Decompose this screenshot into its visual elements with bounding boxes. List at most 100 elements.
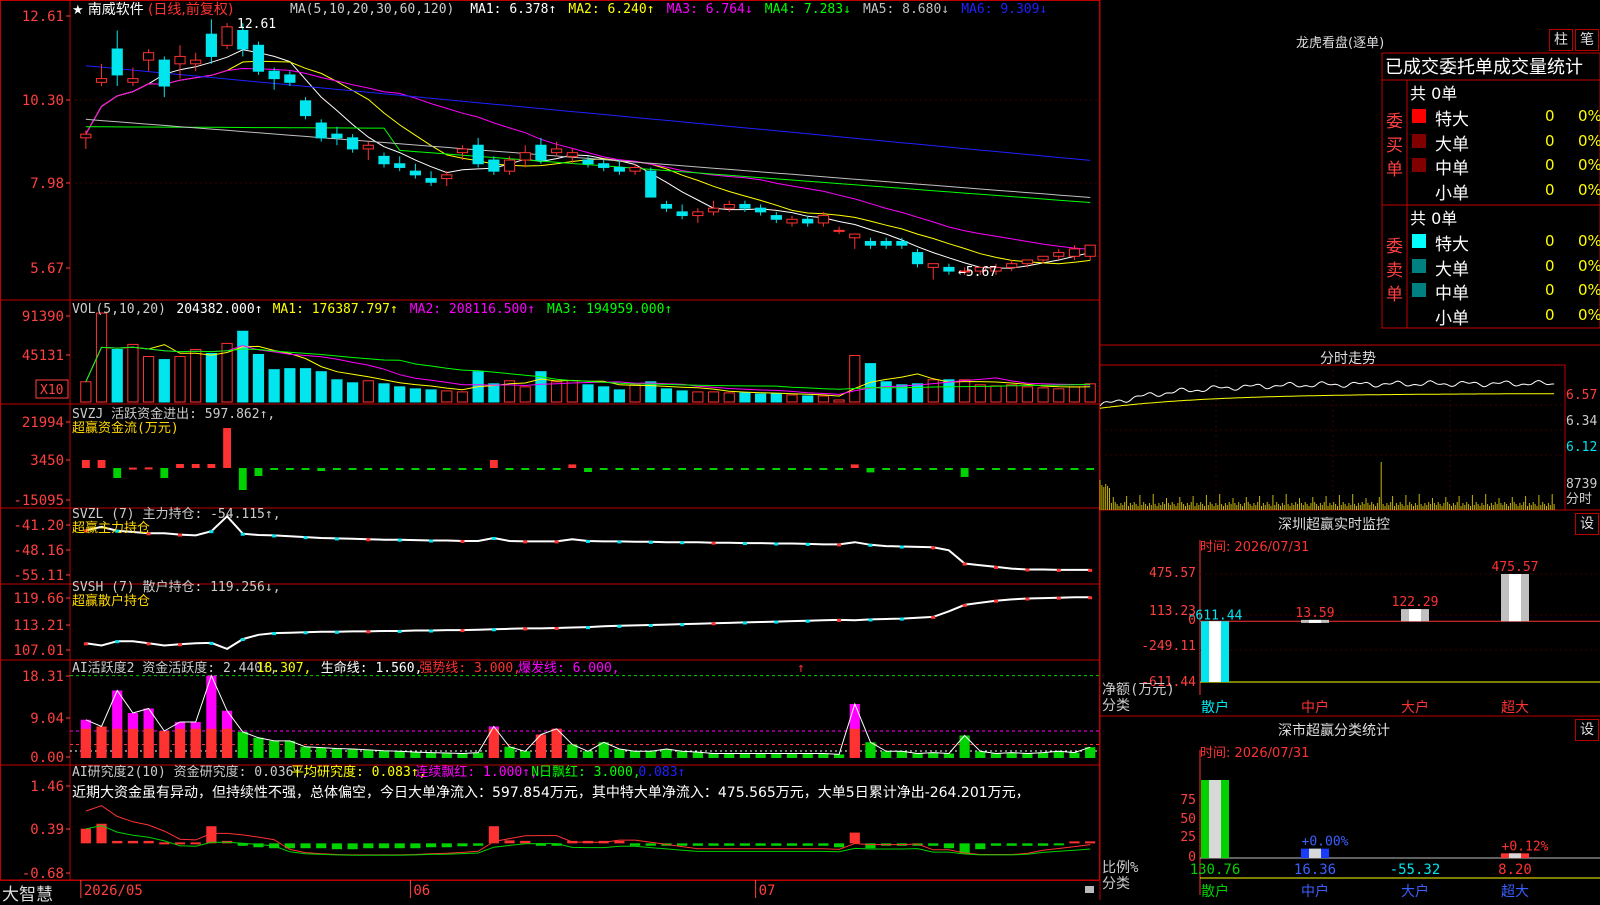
candle-body <box>817 215 829 224</box>
volume-bar <box>707 391 720 403</box>
svzl-marker <box>994 565 998 569</box>
svzj-bar <box>474 468 483 470</box>
volume-bar <box>817 395 829 403</box>
stock-period[interactable]: (日线,前复权) <box>148 2 233 18</box>
svzj-bar <box>81 460 90 468</box>
volume-bar <box>488 383 500 403</box>
svzj-bar <box>160 468 169 478</box>
svzj-bar <box>1070 468 1079 470</box>
size-pct: 0% <box>1578 281 1600 299</box>
ai-research-bar <box>755 843 766 846</box>
ai-active-bar <box>582 751 594 758</box>
ai-research-bar <box>410 843 421 849</box>
svzj-y-tick: -15095 <box>13 493 64 509</box>
svzj-bar <box>960 468 969 477</box>
svzj-bar <box>364 468 373 470</box>
svsh-marker <box>617 624 622 628</box>
svsh-marker <box>899 617 904 621</box>
svsh-marker <box>868 618 873 622</box>
bar-mode-button[interactable]: 柱 <box>1549 29 1573 51</box>
sz-bar-highlight <box>1209 621 1221 682</box>
volume-bar <box>802 395 814 403</box>
sh-y-tick: 75 <box>1180 793 1196 808</box>
volume-bar <box>394 386 406 403</box>
ai-active-bar <box>441 753 452 758</box>
volume-bar <box>974 384 986 403</box>
volume-bar <box>911 383 924 403</box>
candle-body <box>770 215 782 220</box>
candle-body <box>707 207 720 213</box>
volume-bar <box>959 379 971 403</box>
size-swatch <box>1412 234 1426 248</box>
size-pct: 0% <box>1578 131 1600 150</box>
svzj-bar <box>1007 468 1016 470</box>
ai-active-bar <box>943 753 955 758</box>
volume-bar <box>770 393 782 403</box>
svsh-marker <box>303 631 308 635</box>
ai-active-bar <box>237 731 248 758</box>
svzl-marker <box>491 536 496 540</box>
ai-active-bar <box>410 752 421 758</box>
order-size-row: 大单 0 0% <box>1410 130 1600 155</box>
svzj-bar <box>270 468 279 470</box>
size-swatch <box>1412 283 1426 297</box>
order-size-row: 中单 0 0% <box>1410 279 1600 304</box>
svzl-marker <box>899 545 904 549</box>
ai-active-bar <box>708 753 719 758</box>
svsh-y-tick: 113.21 <box>13 618 64 634</box>
ai-active-y-tick: 18.31 <box>22 669 64 685</box>
ai-research-bar <box>975 843 986 850</box>
candle-body <box>127 78 139 83</box>
svzl-marker <box>711 541 716 545</box>
svzj-bar <box>568 464 577 468</box>
volume-bar <box>566 380 578 403</box>
volume-bar <box>723 392 735 403</box>
svzj-bar <box>662 468 671 470</box>
candle-body <box>864 240 877 246</box>
ai-active-bar <box>724 753 735 758</box>
ai-research-bar <box>504 840 515 844</box>
sz-axis-label-1: 净额(万元) <box>1102 682 1175 698</box>
ai-active-bar <box>755 753 766 758</box>
sh-stats-settings-button[interactable]: 设 <box>1575 719 1599 741</box>
ai-active-bar <box>661 749 672 758</box>
ai-active-bar <box>990 753 1002 758</box>
ai-research-bar <box>786 843 798 846</box>
stock-name: 南威软件 <box>87 2 144 18</box>
volume-unit-label: X10 <box>40 383 63 398</box>
pen-mode-button[interactable]: 笔 <box>1575 29 1599 51</box>
candle-body <box>911 252 924 265</box>
chart-canvas: 12.61 10.30 7.98 5.67 12.61 ←5.67 MA(5,10,20,3… <box>0 0 1600 900</box>
svsh-marker <box>774 620 779 624</box>
svzj-bar <box>348 468 357 470</box>
sz-bar-highlight <box>1409 609 1421 622</box>
svzj-bar <box>333 468 341 470</box>
candle-body <box>80 133 92 139</box>
ai-research-bar <box>724 843 735 846</box>
ai-active-line <box>85 674 1091 755</box>
candle-body <box>802 218 814 224</box>
svzj-bar <box>411 468 420 470</box>
svzl-legend: SVZL (7) 主力持仓: -54.115↑, <box>72 507 281 522</box>
ma-legend-item: MA2: 6.240↑ <box>568 2 654 17</box>
ai-active-bar <box>645 751 656 758</box>
sz-monitor-settings-button[interactable]: 设 <box>1575 513 1599 535</box>
ai-research-bar <box>159 842 170 845</box>
volume-bar <box>268 369 280 403</box>
sz-value-label: 122.29 <box>1392 595 1439 610</box>
svsh-marker <box>429 629 434 633</box>
svsh-marker <box>334 630 339 634</box>
candle-body <box>503 159 516 172</box>
svzl-marker <box>617 540 622 544</box>
ai-active-bar <box>253 737 264 758</box>
volume-bar <box>551 381 563 403</box>
svsh-marker <box>240 638 245 642</box>
svzj-bar <box>678 468 687 470</box>
ai-research-bar <box>1037 843 1049 846</box>
ai-active-bar <box>802 753 813 758</box>
svsh-y-tick: 107.01 <box>13 643 64 659</box>
star-icon[interactable]: ★ <box>72 3 84 18</box>
svzl-marker <box>178 533 182 537</box>
svzj-sub-legend: 超赢资金流(万元) <box>72 420 179 436</box>
ai-active-bar <box>614 749 625 758</box>
